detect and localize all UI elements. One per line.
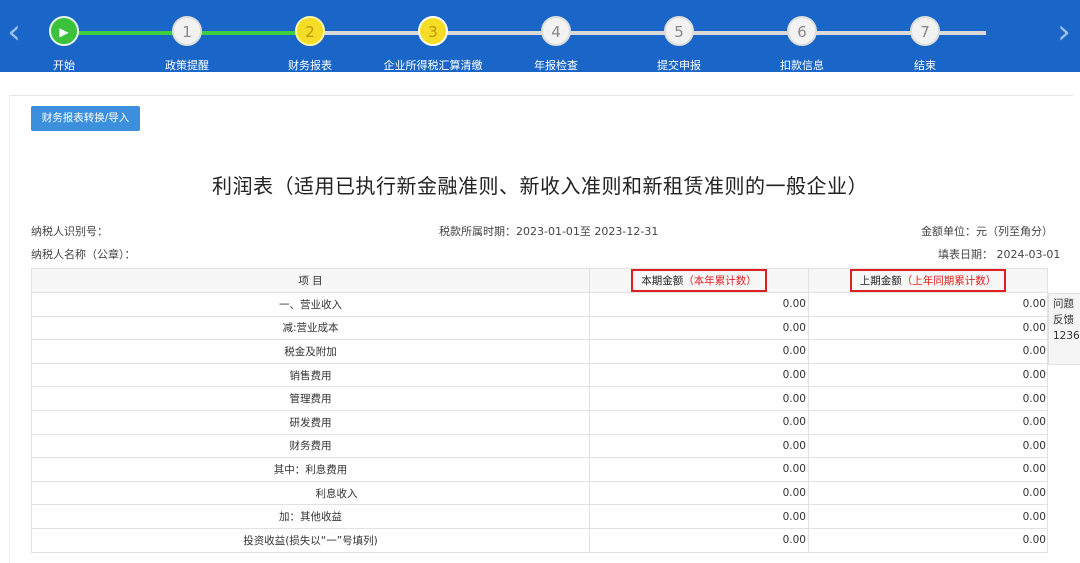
step-3-circle[interactable]: 3 xyxy=(418,16,448,46)
current-amount-cell[interactable]: 0.00 xyxy=(589,339,809,364)
table-row: 投资收益(损失以“一”号填列) 0.00 0.00 xyxy=(31,527,1048,553)
row-item-label: 利息收入 xyxy=(31,480,590,506)
table-row: 管理费用 0.00 0.00 xyxy=(31,386,1048,411)
current-amount-cell[interactable]: 0.00 xyxy=(589,292,809,317)
current-amount-cell[interactable]: 0.00 xyxy=(589,480,809,506)
income-statement-table: 项 目 本期金额（本年累计数） 上期金额（上年同期累计数） 一、营业收入 0.0… xyxy=(31,268,1048,553)
row-item-label: 税金及附加 xyxy=(31,339,590,364)
column-header-current: 本期金额（本年累计数） xyxy=(589,268,809,293)
import-report-button[interactable]: 财务报表转换/导入 xyxy=(31,106,140,131)
current-amount-cell[interactable]: 0.00 xyxy=(589,315,809,341)
row-item-label: 销售费用 xyxy=(31,362,590,388)
previous-step-icon[interactable]: ‹ xyxy=(2,10,26,54)
step-start-label[interactable]: 开始 xyxy=(4,57,124,73)
feedback-side-tab[interactable]: 问题 反馈 12366 xyxy=(1048,293,1080,365)
next-step-icon[interactable]: › xyxy=(1052,10,1076,54)
step-1-circle[interactable]: 1 xyxy=(172,16,202,46)
table-row: 减:营业成本 0.00 0.00 xyxy=(31,315,1048,341)
step-5-circle[interactable]: 5 xyxy=(664,16,694,46)
previous-amount-cell[interactable]: 0.00 xyxy=(808,386,1048,411)
previous-amount-cell[interactable]: 0.00 xyxy=(808,339,1048,364)
row-item-label: 其中：利息费用 xyxy=(31,457,590,482)
table-row: 研发费用 0.00 0.00 xyxy=(31,409,1048,435)
current-amount-cell[interactable]: 0.00 xyxy=(589,409,809,435)
row-item-label: 管理费用 xyxy=(31,386,590,411)
row-item-label: 投资收益(损失以“一”号填列) xyxy=(31,527,590,553)
current-amount-cell[interactable]: 0.00 xyxy=(589,362,809,388)
step-progress-bar: ‹ › ▶ 1 2 3 4 5 6 7 开始 政策提醒 财务报表 企业所得税汇算… xyxy=(0,0,1080,72)
row-item-label: 一、营业收入 xyxy=(31,292,590,317)
step-start-icon[interactable]: ▶ xyxy=(49,16,79,46)
current-amount-cell[interactable]: 0.00 xyxy=(589,504,809,529)
feedback-tab-line-2: 反馈 xyxy=(1053,314,1074,326)
previous-amount-cell[interactable]: 0.00 xyxy=(808,527,1048,553)
step-7-circle[interactable]: 7 xyxy=(910,16,940,46)
row-item-label: 研发费用 xyxy=(31,409,590,435)
tax-period: 税款所属时期：2023-01-01至 2023-12-31 xyxy=(439,225,659,238)
taxpayer-name-label: 纳税人名称（公章）： xyxy=(31,248,136,261)
step-7-label[interactable]: 结束 xyxy=(865,57,985,73)
current-amount-highlight: 本期金额（本年累计数） xyxy=(631,269,767,292)
hotline-number: 12366 xyxy=(1053,330,1080,342)
current-amount-cell[interactable]: 0.00 xyxy=(589,433,809,459)
column-header-previous: 上期金额（上年同期累计数） xyxy=(808,268,1048,293)
previous-amount-cell[interactable]: 0.00 xyxy=(808,292,1048,317)
table-header-row: 项 目 本期金额（本年累计数） 上期金额（上年同期累计数） xyxy=(31,268,1048,293)
fill-date: 填表日期： 2024-03-01 xyxy=(938,248,1061,261)
previous-amount-cell[interactable]: 0.00 xyxy=(808,457,1048,482)
row-item-label: 减:营业成本 xyxy=(31,315,590,341)
step-4-circle[interactable]: 4 xyxy=(541,16,571,46)
step-5-label[interactable]: 提交申报 xyxy=(619,57,739,73)
amount-unit: 金额单位：元（列至角分） xyxy=(921,225,1053,238)
step-1-label[interactable]: 政策提醒 xyxy=(127,57,247,73)
table-row: 利息收入 0.00 0.00 xyxy=(31,480,1048,506)
previous-amount-cell[interactable]: 0.00 xyxy=(808,504,1048,529)
taxpayer-id-label: 纳税人识别号： xyxy=(31,225,108,238)
previous-amount-cell[interactable]: 0.00 xyxy=(808,480,1048,506)
step-6-label[interactable]: 扣款信息 xyxy=(742,57,862,73)
previous-amount-cell[interactable]: 0.00 xyxy=(808,315,1048,341)
current-amount-cell[interactable]: 0.00 xyxy=(589,386,809,411)
feedback-tab-line-1: 问题 xyxy=(1053,298,1074,310)
step-2-label[interactable]: 财务报表 xyxy=(250,57,370,73)
table-row: 一、营业收入 0.00 0.00 xyxy=(31,292,1048,317)
table-row: 财务费用 0.00 0.00 xyxy=(31,433,1048,459)
previous-amount-cell[interactable]: 0.00 xyxy=(808,409,1048,435)
step-6-circle[interactable]: 6 xyxy=(787,16,817,46)
progress-track-remaining xyxy=(310,31,986,35)
current-amount-cell[interactable]: 0.00 xyxy=(589,457,809,482)
column-header-item: 项 目 xyxy=(31,268,590,293)
row-item-label: 财务费用 xyxy=(31,433,590,459)
step-2-circle[interactable]: 2 xyxy=(295,16,325,46)
table-row: 税金及附加 0.00 0.00 xyxy=(31,339,1048,364)
table-row: 销售费用 0.00 0.00 xyxy=(31,362,1048,388)
previous-amount-highlight: 上期金额（上年同期累计数） xyxy=(849,269,1007,292)
table-row: 其中：利息费用 0.00 0.00 xyxy=(31,457,1048,482)
page-title: 利润表（适用已执行新金融准则、新收入准则和新租赁准则的一般企业） xyxy=(212,174,868,198)
current-amount-cell[interactable]: 0.00 xyxy=(589,527,809,553)
step-3-label[interactable]: 企业所得税汇算清缴 xyxy=(373,57,493,73)
step-4-label[interactable]: 年报检查 xyxy=(496,57,616,73)
previous-amount-cell[interactable]: 0.00 xyxy=(808,433,1048,459)
previous-amount-cell[interactable]: 0.00 xyxy=(808,362,1048,388)
row-item-label: 加：其他收益 xyxy=(31,504,590,529)
table-row: 加：其他收益 0.00 0.00 xyxy=(31,504,1048,529)
